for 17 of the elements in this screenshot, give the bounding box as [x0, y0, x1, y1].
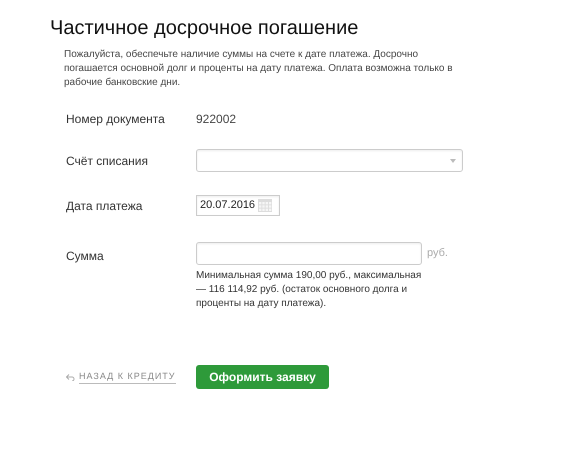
currency-unit: руб.: [427, 246, 448, 262]
field-label: Счёт списания: [66, 152, 149, 170]
calendar-icon[interactable]: [258, 199, 272, 212]
page-title: Частичное досрочное погашение: [50, 16, 360, 40]
notice-text: Пожалуйста, обеспечьте наличие суммы на счете к дате платежа. Досрочно погашается основной долг и проценты на дату платежа. Оплата возможна только в рабочие банковские дни.: [64, 48, 454, 90]
date-field[interactable]: 20.07.2016: [196, 195, 280, 216]
hint-text: Минимальная сумма 190,00 руб., максимальная — 116 114,92 руб. (остаток основного долга и проценты на дату платежа).: [196, 269, 422, 311]
field-label: Сумма: [66, 248, 105, 265]
back-link[interactable]: НАЗАД К КРЕДИТУ: [79, 370, 176, 384]
amount-field[interactable]: [196, 242, 422, 265]
field-label: Номер документа: [66, 111, 166, 128]
return-arrow-icon: [66, 374, 75, 380]
caret-icon: [450, 158, 456, 162]
document-number: 922002: [196, 111, 236, 128]
field-label: Дата платежа: [66, 198, 144, 214]
account-select[interactable]: [196, 149, 463, 172]
submit-button[interactable]: Оформить заявку: [196, 365, 329, 389]
